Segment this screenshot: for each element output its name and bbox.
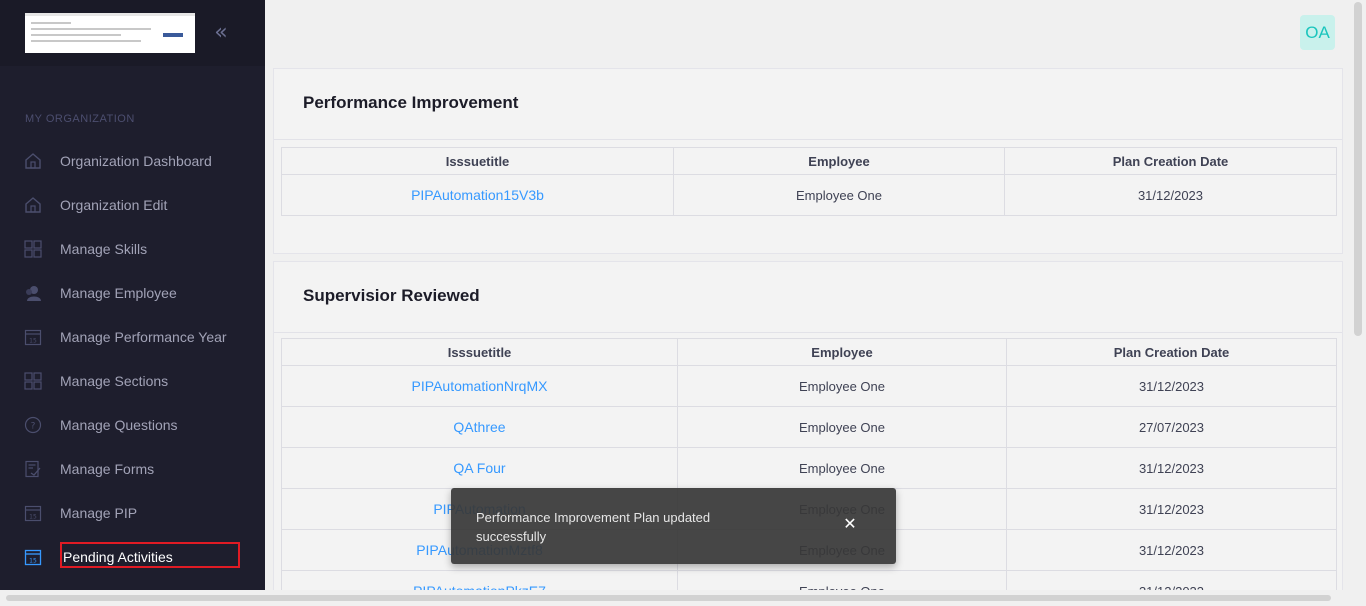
table-header-row: Isssuetitle Employee Plan Creation Date bbox=[281, 338, 1337, 366]
sidebar-item-label: Organization Edit bbox=[60, 197, 168, 213]
sidebar-item-label: Organization Dashboard bbox=[60, 153, 212, 169]
issue-title-link[interactable]: PIPAutomation15V3b bbox=[281, 174, 674, 216]
column-header: Isssuetitle bbox=[281, 147, 674, 175]
date-cell: 31/12/2023 bbox=[1004, 174, 1337, 216]
logo[interactable] bbox=[25, 13, 195, 53]
employee-cell: Employee One bbox=[673, 174, 1005, 216]
sidebar-item-label: Manage Questions bbox=[60, 417, 178, 433]
toast-notification: Performance Improvement Plan updated suc… bbox=[451, 488, 896, 564]
home-icon bbox=[25, 153, 41, 169]
sidebar-item-organization-edit[interactable]: Organization Edit bbox=[0, 183, 265, 227]
scrollbar-thumb[interactable] bbox=[1354, 2, 1362, 336]
svg-text:?: ? bbox=[31, 422, 36, 432]
employee-cell: Employee One bbox=[677, 447, 1007, 489]
column-header: Employee bbox=[673, 147, 1005, 175]
svg-text:15: 15 bbox=[29, 338, 37, 345]
sidebar-item-label: Pending Activities bbox=[63, 549, 173, 565]
date-cell: 31/12/2023 bbox=[1006, 447, 1337, 489]
issue-title-link[interactable]: QA Four bbox=[281, 447, 678, 489]
employee-cell: Employee One bbox=[677, 365, 1007, 407]
table-row: PIPAutomation15V3b Employee One 31/12/20… bbox=[281, 174, 1337, 216]
vertical-scrollbar[interactable] bbox=[1348, 0, 1366, 606]
sidebar-item-organization-dashboard[interactable]: Organization Dashboard bbox=[0, 139, 265, 183]
issue-title-link[interactable]: QAthree bbox=[281, 406, 678, 448]
sidebar-item-label: Manage Skills bbox=[60, 241, 148, 257]
date-cell: 31/12/2023 bbox=[1006, 365, 1337, 407]
sidebar-item-label: Manage PIP bbox=[60, 505, 138, 521]
collapse-sidebar-icon[interactable]: « bbox=[208, 20, 234, 46]
table-header-row: Isssuetitle Employee Plan Creation Date bbox=[281, 147, 1337, 175]
topbar bbox=[265, 0, 1366, 66]
date-cell: 27/07/2023 bbox=[1006, 406, 1337, 448]
calendar-icon: 15 bbox=[24, 329, 42, 346]
sidebar-item-label: Manage Forms bbox=[60, 461, 155, 477]
sidebar-item-manage-forms[interactable]: Manage Forms bbox=[0, 447, 265, 491]
user-icon bbox=[26, 286, 41, 301]
home-icon bbox=[25, 197, 41, 213]
column-header: Plan Creation Date bbox=[1006, 338, 1337, 366]
grid-icon bbox=[24, 372, 42, 390]
table-row: PIPAutomationNrqMX Employee One 31/12/20… bbox=[281, 365, 1337, 407]
employee-cell: Employee One bbox=[677, 406, 1007, 448]
issue-title-link[interactable]: PIPAutomationNrqMX bbox=[281, 365, 678, 407]
close-icon[interactable]: ✕ bbox=[841, 515, 859, 533]
svg-text:15: 15 bbox=[29, 558, 37, 565]
sidebar-item-manage-questions[interactable]: ? Manage Questions bbox=[0, 403, 265, 447]
sidebar: « MY ORGANIZATION Organization Dashboard… bbox=[0, 0, 265, 606]
column-header: Plan Creation Date bbox=[1004, 147, 1337, 175]
sidebar-item-pending-activities[interactable]: 15 Pending Activities bbox=[0, 535, 265, 579]
section-title: MY ORGANIZATION bbox=[25, 113, 135, 125]
card-title: Performance Improvement bbox=[303, 93, 519, 112]
sidebar-item-manage-employee[interactable]: Manage Employee bbox=[0, 271, 265, 315]
performance-improvement-table: Isssuetitle Employee Plan Creation Date … bbox=[281, 147, 1337, 216]
divider bbox=[274, 332, 1342, 333]
logo-area: « bbox=[0, 0, 265, 66]
user-avatar[interactable]: OA bbox=[1300, 15, 1335, 50]
date-cell: 31/12/2023 bbox=[1006, 488, 1337, 530]
table-row: QA Four Employee One 31/12/2023 bbox=[281, 447, 1337, 489]
sidebar-item-manage-skills[interactable]: Manage Skills bbox=[0, 227, 265, 271]
sidebar-item-manage-sections[interactable]: Manage Sections bbox=[0, 359, 265, 403]
sidebar-item-label: Manage Sections bbox=[60, 373, 169, 389]
card-title: Supervisior Reviewed bbox=[303, 286, 480, 305]
date-cell: 31/12/2023 bbox=[1006, 529, 1337, 571]
column-header: Employee bbox=[677, 338, 1007, 366]
toast-message: Performance Improvement Plan updated suc… bbox=[476, 510, 711, 544]
grid-icon bbox=[24, 240, 42, 258]
calendar-icon: 15 bbox=[24, 505, 42, 522]
question-circle-icon: ? bbox=[24, 416, 42, 434]
scrollbar-thumb[interactable] bbox=[6, 595, 1331, 601]
divider bbox=[274, 139, 1342, 140]
sidebar-item-manage-performance-year[interactable]: 15 Manage Performance Year bbox=[0, 315, 265, 359]
column-header: Isssuetitle bbox=[281, 338, 678, 366]
sidebar-menu: Organization Dashboard Organization Edit… bbox=[0, 139, 265, 579]
horizontal-scrollbar[interactable] bbox=[0, 590, 1366, 606]
sidebar-item-label: Manage Employee bbox=[60, 285, 177, 301]
sidebar-item-manage-pip[interactable]: 15 Manage PIP bbox=[0, 491, 265, 535]
sidebar-item-label: Manage Performance Year bbox=[60, 329, 227, 345]
performance-improvement-card: Performance Improvement Isssuetitle Empl… bbox=[273, 68, 1343, 254]
form-icon bbox=[25, 460, 41, 478]
calendar-icon: 15 bbox=[24, 549, 42, 566]
svg-text:15: 15 bbox=[29, 514, 37, 521]
table-row: QAthree Employee One 27/07/2023 bbox=[281, 406, 1337, 448]
